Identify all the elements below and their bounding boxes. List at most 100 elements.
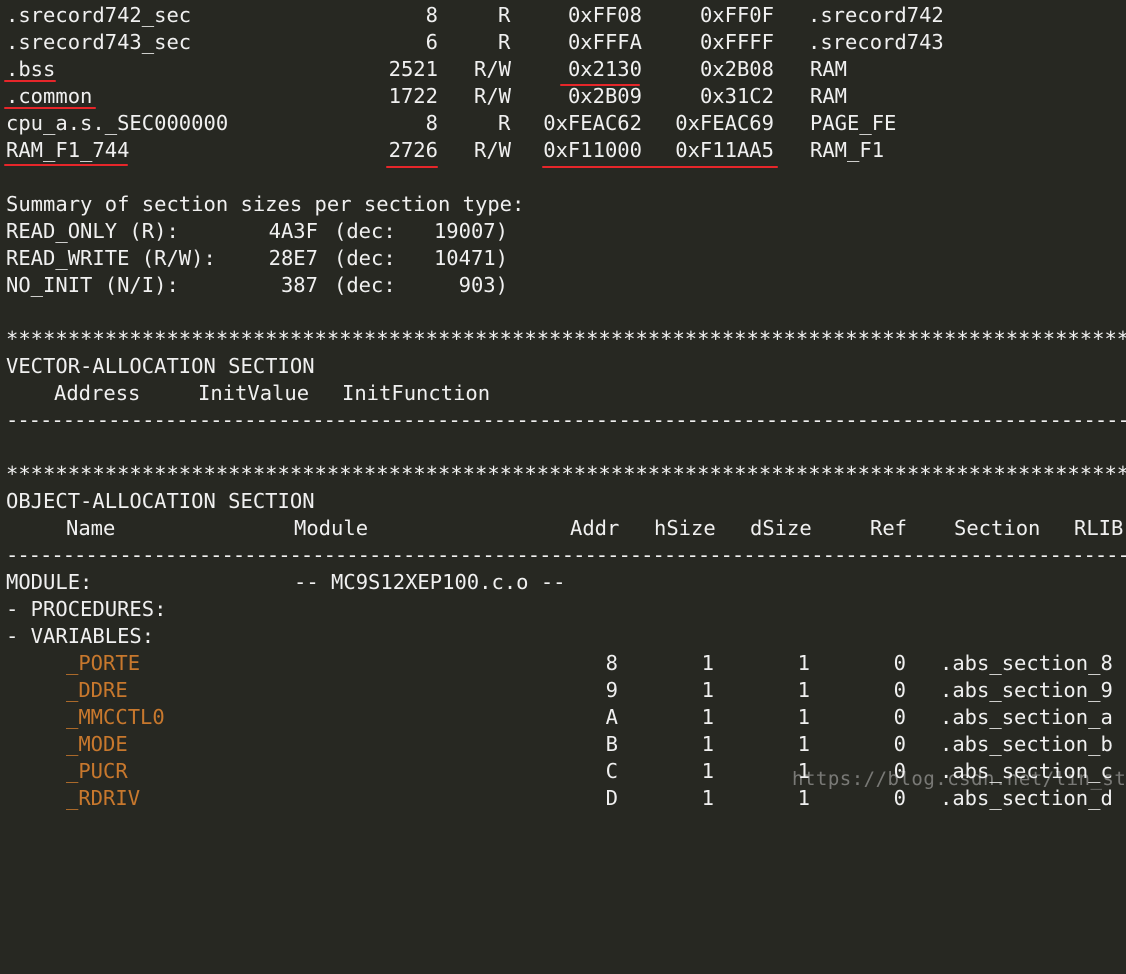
variable-hsize: 1 bbox=[701, 759, 714, 783]
section-from: 0xF11000 bbox=[543, 138, 642, 162]
section-size: 1722 bbox=[388, 84, 438, 108]
variable-name: _MODE bbox=[66, 732, 128, 756]
header-section: Section bbox=[954, 516, 1041, 540]
header-initfunction: InitFunction bbox=[342, 381, 491, 405]
section-type: R/W bbox=[474, 84, 512, 108]
summary-label: READ_WRITE (R/W): bbox=[6, 246, 216, 270]
variable-row: _PORTE 8 1 1 0 .abs_section_8 bbox=[6, 650, 1126, 677]
header-addr: Addr bbox=[570, 516, 620, 540]
section-segment: .srecord742 bbox=[808, 3, 944, 27]
variable-hsize: 1 bbox=[701, 732, 714, 756]
section-to: 0x31C2 bbox=[699, 84, 774, 108]
variable-addr: C bbox=[605, 759, 618, 783]
section-type: R/W bbox=[474, 138, 512, 162]
section-size: 8 bbox=[425, 3, 438, 27]
section-from: 0xFF08 bbox=[567, 3, 642, 27]
variable-addr: 9 bbox=[605, 678, 618, 702]
summary-row: READ_ONLY (R): 4A3F (dec: 19007) bbox=[6, 218, 526, 245]
variable-name: _DDRE bbox=[66, 678, 128, 702]
section-to: 0xFFFF bbox=[699, 30, 774, 54]
header-address: Address bbox=[54, 381, 141, 405]
variable-row: _MODE B 1 1 0 .abs_section_b bbox=[6, 731, 1126, 758]
variable-ref: 0 bbox=[893, 678, 906, 702]
header-rlib: RLIB bbox=[1074, 516, 1124, 540]
variable-row: _MMCCTL0 A 1 1 0 .abs_section_a bbox=[6, 704, 1126, 731]
header-name: Name bbox=[66, 516, 116, 540]
section-size: 8 bbox=[425, 111, 438, 135]
header-ref: Ref bbox=[870, 516, 908, 540]
variable-name: _PORTE bbox=[66, 651, 141, 675]
variable-section: .abs_section_a bbox=[940, 705, 1113, 729]
summary-label: READ_ONLY (R): bbox=[6, 219, 179, 243]
section-row: .srecord743_sec 6 R 0xFFFA 0xFFFF .sreco… bbox=[6, 29, 1116, 56]
header-initvalue: InitValue bbox=[198, 381, 310, 405]
section-size: 2726 bbox=[388, 138, 438, 162]
variable-ref: 0 bbox=[893, 651, 906, 675]
summary-row: READ_WRITE (R/W): 28E7 (dec: 10471) bbox=[6, 245, 526, 272]
separator-dashes: ----------------------------------------… bbox=[6, 408, 1126, 432]
section-segment: RAM bbox=[810, 84, 848, 108]
variable-section: .abs_section_8 bbox=[940, 651, 1113, 675]
variable-ref: 0 bbox=[893, 732, 906, 756]
summary-dec-label: (dec: bbox=[334, 219, 396, 243]
section-row: .common 1722 R/W 0x2B09 0x31C2 RAM bbox=[6, 83, 1116, 110]
variable-row: _DDRE 9 1 1 0 .abs_section_9 bbox=[6, 677, 1126, 704]
header-dsize: dSize bbox=[750, 516, 812, 540]
summary-heading: Summary of section sizes per section typ… bbox=[6, 192, 525, 216]
section-name: .bss bbox=[6, 57, 56, 81]
variable-dsize: 1 bbox=[797, 678, 810, 702]
separator-stars: ****************************************… bbox=[6, 462, 1126, 486]
variable-addr: B bbox=[605, 732, 618, 756]
annotation-underline-bss bbox=[4, 80, 56, 82]
module-label: MODULE: bbox=[6, 570, 93, 594]
variable-dsize: 1 bbox=[797, 651, 810, 675]
section-to: 0xFEAC69 bbox=[675, 111, 774, 135]
section-name: RAM_F1_744 bbox=[6, 138, 130, 162]
variable-dsize: 1 bbox=[797, 732, 810, 756]
variable-section: .abs_section_9 bbox=[940, 678, 1113, 702]
variable-hsize: 1 bbox=[701, 678, 714, 702]
section-row: .srecord742_sec 8 R 0xFF08 0xFF0F .sreco… bbox=[6, 2, 1116, 29]
summary-hex: 387 bbox=[280, 273, 318, 297]
summary-dec-label: (dec: bbox=[334, 273, 396, 297]
header-module: Module bbox=[294, 516, 369, 540]
section-from: 0xFEAC62 bbox=[543, 111, 642, 135]
section-segment: .srecord743 bbox=[808, 30, 944, 54]
variable-addr: A bbox=[605, 705, 618, 729]
variable-addr: 8 bbox=[605, 651, 618, 675]
vector-section-headers: Address InitValue InitFunction bbox=[6, 380, 606, 407]
variable-hsize: 1 bbox=[701, 786, 714, 810]
vector-section-title: VECTOR-ALLOCATION SECTION bbox=[6, 354, 315, 378]
section-from: 0xFFFA bbox=[567, 30, 642, 54]
summary-dec: 903) bbox=[458, 273, 508, 297]
variable-dsize: 1 bbox=[797, 705, 810, 729]
variable-name: _RDRIV bbox=[66, 786, 141, 810]
section-type: R bbox=[498, 30, 511, 54]
summary-hex: 28E7 bbox=[268, 246, 318, 270]
summary-row: NO_INIT (N/I): 387 (dec: 903) bbox=[6, 272, 526, 299]
section-to: 0xFF0F bbox=[699, 3, 774, 27]
section-name: .common bbox=[6, 84, 93, 108]
annotation-underline-range bbox=[542, 166, 778, 168]
variable-section: .abs_section_b bbox=[940, 732, 1113, 756]
section-from: 0x2B09 bbox=[567, 84, 642, 108]
section-type: R bbox=[498, 3, 511, 27]
section-segment: RAM bbox=[810, 57, 848, 81]
summary-dec: 19007) bbox=[433, 219, 508, 243]
variable-hsize: 1 bbox=[701, 705, 714, 729]
summary-dec: 10471) bbox=[433, 246, 508, 270]
section-segment: PAGE_FE bbox=[810, 111, 897, 135]
section-name: .srecord743_sec bbox=[6, 30, 192, 54]
variable-name: _MMCCTL0 bbox=[66, 705, 165, 729]
section-size: 6 bbox=[425, 30, 438, 54]
annotation-underline-size bbox=[386, 166, 438, 168]
section-name: cpu_a.s._SEC000000 bbox=[6, 111, 229, 135]
object-section-title: OBJECT-ALLOCATION SECTION bbox=[6, 489, 315, 513]
procedures-label: - PROCEDURES: bbox=[6, 597, 167, 621]
annotation-underline-common bbox=[4, 107, 96, 109]
summary-dec-label: (dec: bbox=[334, 246, 396, 270]
section-to: 0x2B08 bbox=[699, 57, 774, 81]
section-to: 0xF11AA5 bbox=[675, 138, 774, 162]
watermark: https://blog.csdn.net/lin_strong bbox=[792, 768, 1126, 790]
variables-label: - VARIABLES: bbox=[6, 624, 155, 648]
